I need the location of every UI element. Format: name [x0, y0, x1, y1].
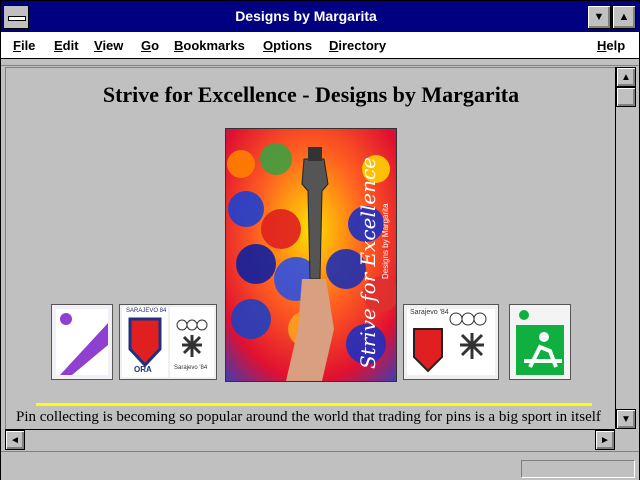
pin-skier[interactable]	[509, 304, 571, 380]
system-menu-icon	[8, 16, 26, 21]
menu-directory[interactable]: Directory	[329, 38, 386, 53]
arrow-up-icon: ▲	[621, 71, 631, 83]
menu-edit[interactable]: Edit	[54, 38, 79, 53]
status-progress-field	[521, 460, 635, 478]
sarajevo-olympic-graphic	[407, 309, 495, 375]
scroll-left-button[interactable]: ◄	[5, 430, 25, 450]
poster-title: Strive for Excellence	[356, 156, 380, 369]
toolbar-spacer	[1, 59, 639, 66]
page-heading: Strive for Excellence - Designs by Marga…	[102, 82, 520, 107]
vertical-scrollbar[interactable]: ▲ ▼	[615, 67, 636, 429]
window-title: Designs by Margarita	[235, 8, 377, 24]
scroll-up-button[interactable]: ▲	[616, 67, 636, 87]
horizontal-scrollbar[interactable]: ◄ ►	[5, 429, 615, 450]
title-bar[interactable]: Designs by Margarita ▼ ▲	[1, 1, 639, 32]
minimize-icon: ▼	[593, 11, 605, 23]
arrow-left-icon: ◄	[10, 434, 20, 446]
bobsled-pin-graphic	[56, 309, 108, 375]
pin-sarajevo-olympic[interactable]: Sarajevo '84	[403, 304, 499, 380]
minimize-button[interactable]: ▼	[587, 5, 611, 29]
vertical-scroll-thumb[interactable]	[616, 87, 636, 107]
pin-label-sarajevo: SARAJEVO 84	[126, 308, 167, 314]
pin-label-sarajevo-84: Sarajevo '84	[174, 365, 208, 371]
menu-bookmarks[interactable]: Bookmarks	[174, 38, 245, 53]
maximize-button[interactable]: ▲	[612, 5, 636, 29]
poster-subtitle: Designs by Margarita	[381, 203, 390, 279]
menu-go[interactable]: Go	[141, 38, 159, 53]
scroll-right-button[interactable]: ►	[595, 430, 615, 450]
horizontal-rule	[36, 403, 592, 406]
poster-image[interactable]: Strive for Excellence Designs by Margari…	[225, 128, 397, 382]
menu-bar: File Edit View Go Bookmarks Options Dire…	[1, 32, 639, 59]
menu-help[interactable]: Help	[597, 38, 625, 53]
status-bar	[1, 451, 639, 480]
scroll-down-button[interactable]: ▼	[616, 409, 636, 429]
pin-label-sarajevo-84b: Sarajevo '84	[410, 309, 449, 316]
pin-bobsled[interactable]	[51, 304, 113, 380]
page-content: Strive for Excellence - Designs by Marga…	[5, 67, 616, 430]
arrow-down-icon: ▼	[621, 413, 631, 425]
pin-label-ora: ORA	[134, 365, 152, 374]
menu-file[interactable]: File	[13, 38, 35, 53]
maximize-icon: ▲	[618, 11, 630, 23]
pin-sarajevo-pair[interactable]: SARAJEVO 84 ORA Sarajevo '84	[119, 304, 217, 380]
menu-view[interactable]: View	[94, 38, 123, 53]
menu-options[interactable]: Options	[263, 38, 312, 53]
system-menu-button[interactable]	[3, 5, 29, 29]
intro-paragraph: Pin collecting is becoming so popular ar…	[16, 409, 601, 425]
browser-window: Designs by Margarita ▼ ▲ File Edit View …	[0, 0, 640, 480]
arrow-right-icon: ►	[600, 434, 610, 446]
skier-pin-graphic	[516, 310, 564, 375]
